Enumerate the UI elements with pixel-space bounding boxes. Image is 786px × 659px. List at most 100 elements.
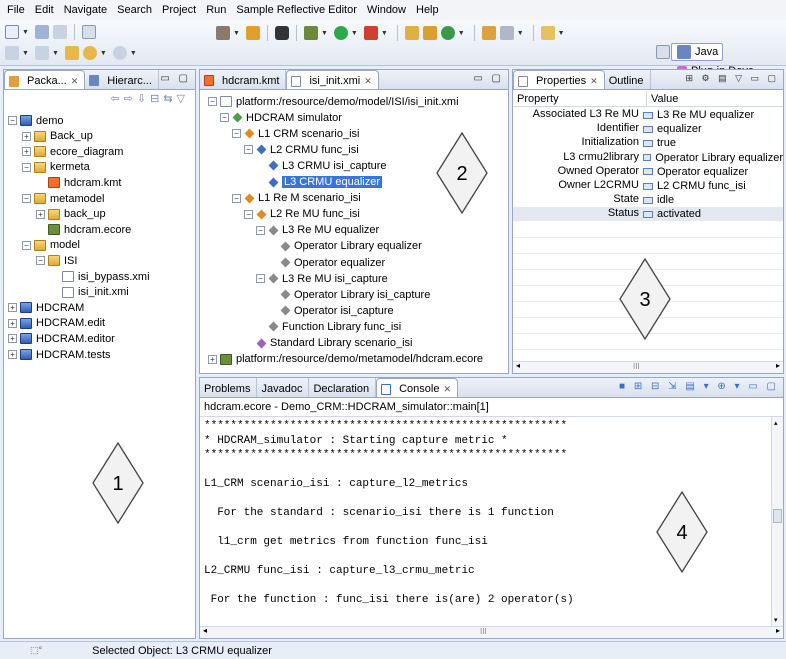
model-tree-item[interactable]: Operator Library equalizer xyxy=(268,239,422,254)
open-folder-icon[interactable] xyxy=(540,26,555,40)
open-task-icon[interactable] xyxy=(499,26,514,40)
window-controls[interactable]: ▭ ▢ xyxy=(160,73,191,84)
tab-isi-init-xmi[interactable]: isi_init.xmi ✕ xyxy=(286,70,379,89)
save-icon[interactable] xyxy=(34,25,49,39)
scroll-right-icon[interactable]: ▸ xyxy=(776,626,780,635)
close-icon[interactable]: ✕ xyxy=(364,76,372,87)
scroll-down-icon[interactable]: ▾ xyxy=(774,616,778,624)
menu-file[interactable]: File xyxy=(2,4,30,16)
expand-toggle-icon[interactable]: − xyxy=(256,225,265,235)
scroll-left-icon[interactable]: ◂ xyxy=(203,626,207,635)
new-file-icon[interactable] xyxy=(5,25,19,39)
back-icon[interactable]: ⇦ xyxy=(110,93,123,105)
tree-item[interactable]: + back_up xyxy=(36,207,106,222)
model-tree-item[interactable]: − L1 CRM scenario_isi xyxy=(232,126,359,141)
property-value[interactable]: Operator Library equalizer xyxy=(643,151,783,165)
tree-item[interactable]: − ISI xyxy=(36,253,77,268)
expand-toggle-icon[interactable]: − xyxy=(232,129,241,139)
model-tree-item[interactable]: Operator Library isi_capture xyxy=(268,287,430,302)
menu-edit[interactable]: Edit xyxy=(30,4,59,16)
menu-window[interactable]: Window xyxy=(362,4,411,16)
model-tree-item[interactable]: + platform:/resource/demo/metamodel/hdcra… xyxy=(208,352,483,367)
model-tree-item[interactable]: − HDCRAM simulator xyxy=(220,110,342,125)
property-value[interactable]: equalizer xyxy=(643,122,783,136)
window-controls[interactable]: ▭ ▢ xyxy=(473,73,504,84)
expand-toggle-icon[interactable]: + xyxy=(8,303,17,313)
scroll-thumb[interactable]: III xyxy=(633,362,640,371)
next-annotation-icon[interactable] xyxy=(5,46,19,60)
expand-toggle-icon[interactable]: + xyxy=(8,318,17,328)
console-vscroll[interactable]: ▴ ▾ xyxy=(771,417,783,626)
expand-toggle-icon[interactable]: − xyxy=(244,145,253,155)
expand-toggle-icon[interactable]: + xyxy=(36,209,45,219)
close-icon[interactable]: ✕ xyxy=(443,384,451,395)
console-output[interactable]: ****************************************… xyxy=(204,420,574,609)
wizard-icon[interactable] xyxy=(216,26,230,40)
scroll-right-icon[interactable]: ▸ xyxy=(776,361,780,370)
property-row[interactable]: State idle xyxy=(513,193,783,207)
tab-hierarchy[interactable]: Hierarc... xyxy=(85,70,159,89)
open-perspective-icon[interactable] xyxy=(656,45,670,59)
run-icon[interactable] xyxy=(333,26,348,40)
expand-toggle-icon[interactable]: + xyxy=(8,334,17,344)
forward-icon[interactable] xyxy=(112,46,127,60)
tree-item[interactable]: isi_init.xmi xyxy=(50,285,129,300)
tree-item[interactable]: + ecore_diagram xyxy=(22,144,123,159)
model-tree-item[interactable]: − L1 Re M scenario_isi xyxy=(232,191,361,206)
tree-item[interactable]: hdcram.ecore xyxy=(36,222,131,237)
new-java-icon[interactable] xyxy=(440,26,455,40)
tab-hdcram-kmt[interactable]: hdcram.kmt xyxy=(200,70,287,89)
expand-toggle-icon[interactable]: − xyxy=(22,240,31,250)
collapse-all-icon[interactable]: ⊟ xyxy=(150,93,163,105)
java-perspective-button[interactable]: Java xyxy=(671,43,724,61)
tree-item[interactable]: − model xyxy=(22,238,80,253)
binary-icon[interactable] xyxy=(81,25,96,39)
menu-run[interactable]: Run xyxy=(201,4,231,16)
scroll-up-icon[interactable]: ▴ xyxy=(774,419,778,427)
last-edit-icon[interactable] xyxy=(64,46,79,60)
tab-problems[interactable]: Problems xyxy=(200,378,258,397)
tree-item[interactable]: + HDCRAM.tests xyxy=(8,347,111,362)
property-value[interactable]: Operator equalizer xyxy=(643,165,783,179)
property-row[interactable]: Status activated xyxy=(513,207,783,222)
expand-toggle-icon[interactable]: − xyxy=(22,162,31,172)
tab-package-explorer[interactable]: Packa... ✕ xyxy=(4,70,86,89)
expand-toggle-icon[interactable]: − xyxy=(220,113,229,123)
property-value[interactable]: idle xyxy=(643,193,783,207)
tab-properties[interactable]: Properties ✕ xyxy=(513,70,605,89)
debug-icon[interactable] xyxy=(303,26,318,40)
expand-toggle-icon[interactable]: + xyxy=(208,354,217,364)
property-row[interactable]: Owned Operator Operator equalizer xyxy=(513,165,783,179)
model-tree-item[interactable]: − L3 Re MU isi_capture xyxy=(256,271,388,286)
tree-item[interactable]: + HDCRAM xyxy=(8,300,84,315)
print-icon[interactable] xyxy=(52,25,67,39)
open-type-icon[interactable] xyxy=(481,26,496,40)
tree-item[interactable]: isi_bypass.xmi xyxy=(50,269,150,284)
tree-item[interactable]: hdcram.kmt xyxy=(36,175,121,190)
property-value[interactable]: true xyxy=(643,136,783,150)
properties-toolbar[interactable]: ⊞ ⚙ ▤ ▽ ▭ ▢ xyxy=(685,73,779,84)
property-value[interactable]: L3 Re MU equalizer xyxy=(643,108,783,122)
model-tree-item[interactable]: − platform:/resource/demo/model/ISI/isi_i… xyxy=(208,94,459,109)
model-tree-item[interactable]: Operator equalizer xyxy=(268,255,385,270)
expand-toggle-icon[interactable]: − xyxy=(36,256,45,266)
forward-icon[interactable]: ⇨ xyxy=(124,93,137,105)
link-icon[interactable]: ⇩ xyxy=(137,93,150,105)
property-value[interactable]: activated xyxy=(643,207,783,221)
expand-toggle-icon[interactable]: − xyxy=(256,274,265,284)
tab-outline[interactable]: Outline xyxy=(605,70,651,89)
expand-toggle-icon[interactable]: − xyxy=(208,97,217,106)
close-icon[interactable]: ✕ xyxy=(71,76,79,87)
tree-item[interactable]: − kermeta xyxy=(22,160,90,175)
property-row[interactable]: Associated L3 Re MU L3 Re MU equalizer xyxy=(513,108,783,122)
expand-toggle-icon[interactable]: + xyxy=(8,350,17,359)
property-row[interactable]: Owner L2CRMU L2 CRMU func_isi xyxy=(513,179,783,193)
model-tree-item[interactable]: − L2 Re MU func_isi xyxy=(244,207,360,222)
console-toolbar[interactable]: ■ ⊞ ⊟ ⇲ ▤ ▾ ⊕ ▾ ▭ ▢ xyxy=(619,381,779,392)
menu-project[interactable]: Project xyxy=(157,4,201,16)
model-tree-item[interactable]: L3 CRMU isi_capture xyxy=(256,158,387,173)
scroll-thumb[interactable] xyxy=(773,509,782,523)
new-class-icon[interactable] xyxy=(422,26,437,40)
prev-annotation-icon[interactable] xyxy=(34,46,49,60)
menu-help[interactable]: Help xyxy=(411,4,444,16)
